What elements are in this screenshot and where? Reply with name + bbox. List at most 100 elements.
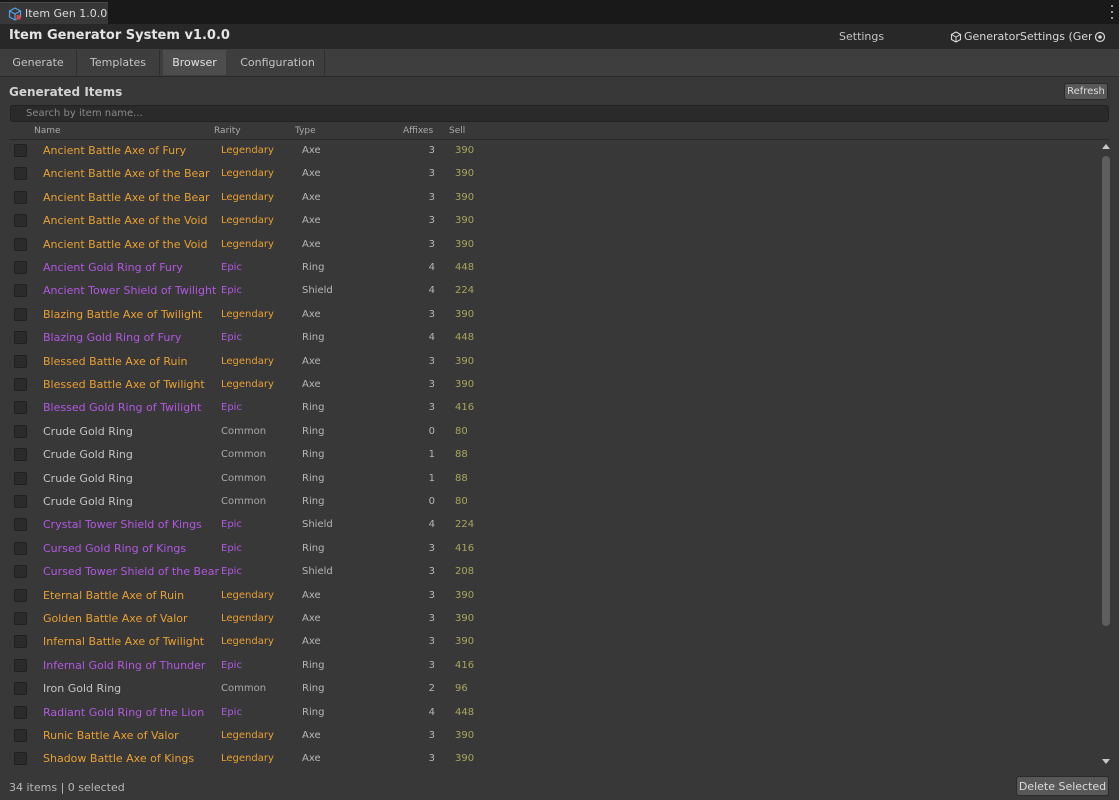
select-checkbox[interactable]	[14, 565, 27, 579]
tab-configuration[interactable]: Configuration	[231, 50, 325, 75]
select-checkbox[interactable]	[14, 588, 27, 602]
select-checkbox[interactable]	[14, 261, 27, 274]
select-checkbox[interactable]	[14, 214, 27, 228]
select-checkbox[interactable]	[14, 448, 27, 462]
table-row[interactable]: Ancient Battle Axe of the Bear Legendary A…	[0, 163, 1098, 186]
table-row[interactable]: Blazing Battle Axe of Twilight Legendary A…	[0, 304, 1098, 327]
item-name: Crude Gold Ring	[43, 424, 133, 438]
item-affixes: 3	[428, 659, 435, 671]
select-checkbox[interactable]	[14, 354, 27, 368]
more-options-icon[interactable]	[1110, 5, 1114, 19]
table-row[interactable]: Ancient Battle Axe of the Bear Legendary A…	[0, 187, 1098, 210]
column-header-type[interactable]: Type	[295, 126, 316, 136]
scroll-down-arrow-icon[interactable]	[1102, 759, 1110, 764]
table-row[interactable]: Blessed Battle Axe of Twilight Legendary A…	[0, 374, 1098, 397]
table-row[interactable]: Crude Gold Ring Common Ring 0 80	[0, 421, 1098, 444]
item-name: Ancient Tower Shield of Twilight	[43, 284, 217, 298]
list-scrollbar[interactable]	[1100, 140, 1112, 770]
item-sell-value: 390	[455, 238, 475, 250]
item-type: Axe	[302, 753, 321, 765]
item-affixes: 4	[428, 706, 435, 718]
select-checkbox[interactable]	[14, 495, 27, 508]
tab-templates[interactable]: Templates	[77, 50, 160, 75]
select-checkbox[interactable]	[14, 541, 27, 555]
delete-selected-button[interactable]: Delete Selected	[1016, 776, 1109, 796]
table-row[interactable]: Ancient Battle Axe of Fury Legendary Axe 3 3…	[0, 140, 1098, 163]
table-row[interactable]: Crystal Tower Shield of Kings Epic Shield 4…	[0, 514, 1098, 537]
object-picker-icon[interactable]	[1094, 31, 1106, 43]
select-checkbox[interactable]	[14, 378, 27, 391]
search-input[interactable]	[10, 105, 1109, 122]
select-checkbox[interactable]	[14, 144, 27, 157]
table-row[interactable]: Ancient Tower Shield of Twilight Epic Shie…	[0, 280, 1098, 303]
item-rarity: Legendary	[221, 308, 274, 320]
select-checkbox[interactable]	[14, 612, 27, 625]
window-tab[interactable]: Item Gen 1.0.0	[0, 2, 108, 24]
select-checkbox[interactable]	[14, 401, 27, 415]
item-rarity: Legendary	[221, 636, 274, 648]
column-header-sell[interactable]: Sell	[449, 126, 465, 136]
item-sell-value: 88	[455, 472, 468, 484]
item-rarity: Legendary	[221, 379, 274, 390]
table-row[interactable]: Cursed Tower Shield of the Bear Epic Shiel…	[0, 561, 1098, 584]
table-row[interactable]: Cursed Gold Ring of Kings Epic Ring 3 416	[0, 538, 1098, 561]
item-sell-value: 390	[455, 191, 475, 203]
table-row[interactable]: Shadow Battle Axe of Kings Legendary Axe 3 3…	[0, 748, 1098, 770]
select-checkbox[interactable]	[14, 658, 27, 672]
item-sell-value: 390	[455, 730, 475, 741]
table-row[interactable]: Infernal Gold Ring of Thunder Epic Ring 3 41…	[0, 655, 1098, 678]
table-row[interactable]: Crude Gold Ring Common Ring 1 88	[0, 444, 1098, 467]
select-checkbox[interactable]	[14, 284, 27, 298]
item-name: Runic Battle Axe of Valor	[43, 729, 179, 742]
select-checkbox[interactable]	[14, 424, 27, 438]
select-checkbox[interactable]	[14, 729, 27, 742]
table-row[interactable]: Crude Gold Ring Common Ring 0 80	[0, 491, 1098, 514]
item-sell-value: 448	[455, 332, 475, 344]
table-row[interactable]: Ancient Battle Axe of the Void Legendary A…	[0, 210, 1098, 233]
select-checkbox[interactable]	[14, 331, 27, 345]
tab-browser[interactable]: Browser	[163, 50, 226, 75]
item-sell-value: 390	[455, 308, 475, 320]
item-type: Ring	[302, 332, 325, 344]
settings-object-field[interactable]: GeneratorSettings (Gene	[950, 28, 1110, 45]
select-checkbox[interactable]	[14, 752, 27, 766]
table-row[interactable]: Blessed Gold Ring of Twilight Epic Ring 3 41…	[0, 397, 1098, 420]
item-affixes: 3	[428, 168, 435, 180]
column-header-rarity[interactable]: Rarity	[214, 126, 241, 136]
select-checkbox[interactable]	[14, 167, 27, 181]
select-checkbox[interactable]	[14, 307, 27, 321]
select-checkbox[interactable]	[14, 190, 27, 204]
table-row[interactable]: Blazing Gold Ring of Fury Epic Ring 4 448	[0, 327, 1098, 350]
table-row[interactable]: Radiant Gold Ring of the Lion Epic Ring 4 44…	[0, 702, 1098, 725]
table-row[interactable]: Ancient Gold Ring of Fury Epic Ring 4 448	[0, 257, 1098, 280]
column-header-name[interactable]: Name	[34, 126, 61, 136]
item-sell-value: 88	[455, 449, 468, 461]
column-header-affixes[interactable]: Affixes	[403, 126, 433, 136]
tab-generate[interactable]: Generate	[0, 50, 77, 75]
item-rarity: Epic	[221, 659, 242, 671]
item-rarity: Legendary	[221, 730, 274, 741]
select-checkbox[interactable]	[14, 518, 27, 532]
table-row[interactable]: Golden Battle Axe of Valor Legendary Axe 3 3…	[0, 608, 1098, 631]
item-rarity: Epic	[221, 285, 242, 297]
scrollbar-thumb[interactable]	[1102, 156, 1110, 626]
table-row[interactable]: Iron Gold Ring Common Ring 2 96	[0, 678, 1098, 701]
select-checkbox[interactable]	[14, 682, 27, 696]
table-row[interactable]: Eternal Battle Axe of Ruin Legendary Axe 3 3…	[0, 585, 1098, 608]
scroll-up-arrow-icon[interactable]	[1102, 144, 1110, 149]
table-row[interactable]: Infernal Battle Axe of Twilight Legendary…	[0, 631, 1098, 654]
select-checkbox[interactable]	[14, 705, 27, 719]
table-row[interactable]: Blessed Battle Axe of Ruin Legendary Axe 3 3…	[0, 351, 1098, 374]
select-checkbox[interactable]	[14, 635, 27, 649]
table-row[interactable]: Ancient Battle Axe of the Void Legendary A…	[0, 234, 1098, 257]
table-row[interactable]: Runic Battle Axe of Valor Legendary Axe 3 39…	[0, 725, 1098, 748]
select-checkbox[interactable]	[14, 237, 27, 251]
item-sell-value: 448	[455, 706, 475, 718]
table-row[interactable]: Crude Gold Ring Common Ring 1 88	[0, 468, 1098, 491]
item-name: Golden Battle Axe of Valor	[43, 612, 188, 625]
item-affixes: 3	[428, 636, 435, 648]
select-checkbox[interactable]	[14, 471, 27, 485]
item-name: Shadow Battle Axe of Kings	[43, 752, 195, 766]
refresh-button[interactable]: Refresh	[1064, 83, 1108, 100]
item-name: Blessed Battle Axe of Ruin	[43, 354, 188, 368]
